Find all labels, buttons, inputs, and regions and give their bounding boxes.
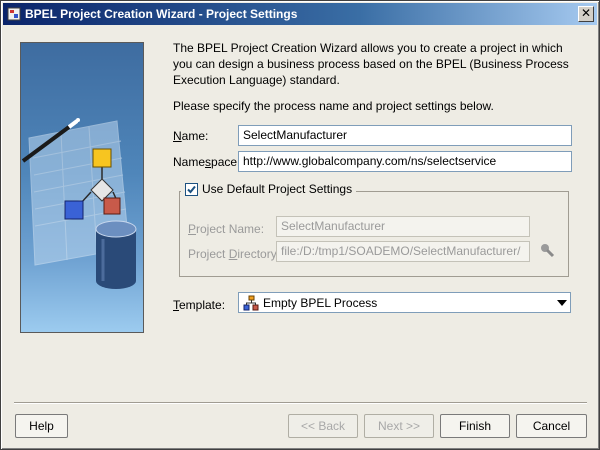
- project-name-input[interactable]: SelectManufacturer: [276, 216, 530, 237]
- chevron-down-icon[interactable]: [557, 300, 567, 306]
- use-default-label: Use Default Project Settings: [202, 182, 353, 196]
- template-label: Template:: [173, 298, 226, 312]
- cancel-button[interactable]: Cancel: [516, 414, 587, 438]
- wizard-illustration: [21, 118, 137, 289]
- namespace-label: Namespace:: [173, 155, 241, 169]
- template-selected-value: Empty BPEL Process: [263, 295, 378, 310]
- project-directory-input[interactable]: file:/D:/tmp1/SOADEMO/SelectManufacturer…: [276, 241, 530, 262]
- intro-text: The BPEL Project Creation Wizard allows …: [173, 41, 569, 87]
- checkmark-icon: [187, 185, 196, 193]
- use-default-settings[interactable]: Use Default Project Settings: [181, 182, 357, 196]
- footer-separator: [14, 402, 587, 404]
- name-label: Name:: [173, 129, 209, 143]
- bpel-process-icon: [243, 295, 259, 310]
- use-default-checkbox[interactable]: [185, 182, 198, 196]
- wizard-banner-image: [20, 42, 144, 333]
- next-button[interactable]: Next >>: [364, 414, 434, 438]
- close-icon: ✕: [580, 6, 592, 20]
- project-directory-label: Project Directory:: [188, 247, 281, 261]
- title-bar[interactable]: BPEL Project Creation Wizard - Project S…: [3, 3, 597, 25]
- project-name-label: Project Name:: [188, 222, 265, 236]
- help-button[interactable]: Help: [15, 414, 68, 438]
- namespace-input[interactable]: http://www.globalcompany.com/ns/selectse…: [238, 151, 572, 172]
- instruction-text: Please specify the process name and proj…: [173, 99, 494, 113]
- back-button[interactable]: << Back: [288, 414, 358, 438]
- browse-flashlight-icon[interactable]: [539, 242, 555, 258]
- app-icon: [7, 7, 21, 21]
- wizard-dialog: BPEL Project Creation Wizard - Project S…: [0, 0, 600, 450]
- finish-button[interactable]: Finish: [440, 414, 510, 438]
- window-title: BPEL Project Creation Wizard - Project S…: [25, 7, 298, 21]
- close-button[interactable]: ✕: [578, 6, 594, 22]
- name-input[interactable]: SelectManufacturer: [238, 125, 572, 146]
- template-select[interactable]: Empty BPEL Process: [238, 292, 571, 313]
